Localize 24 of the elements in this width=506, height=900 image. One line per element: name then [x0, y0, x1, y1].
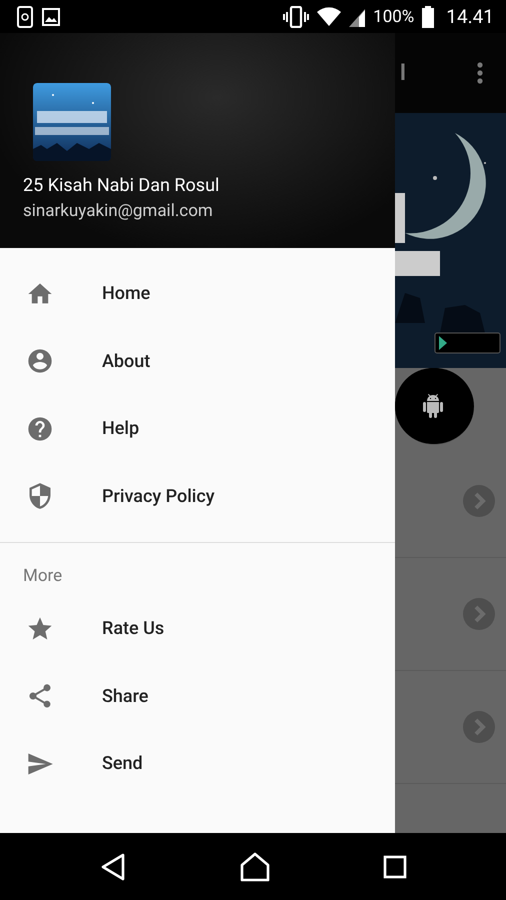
- menu-item[interactable]: Home: [102, 283, 150, 304]
- clock: 14.41: [446, 5, 494, 28]
- menu-item[interactable]: Help: [102, 418, 140, 440]
- signal-icon: [349, 6, 366, 26]
- battery-icon: [422, 6, 434, 28]
- app-title: 25 Kisah Nabi Dan Rosul: [23, 175, 220, 196]
- back-icon[interactable]: [101, 852, 125, 880]
- menu-item[interactable]: Share: [102, 686, 148, 707]
- battery-percentage: 100%: [373, 6, 414, 26]
- account-email: sinarkuyakin@gmail.com: [23, 201, 214, 221]
- menu-item[interactable]: About: [102, 350, 150, 372]
- menu-item[interactable]: Rate Us: [102, 618, 164, 640]
- section-heading: More: [23, 566, 64, 586]
- more-options-icon[interactable]: [476, 61, 484, 85]
- vibrate-icon: [283, 6, 310, 28]
- recents-icon[interactable]: [383, 854, 407, 878]
- menu-item[interactable]: Send: [102, 753, 143, 774]
- app-bar-title: l: [400, 60, 406, 86]
- wifi-icon: [317, 6, 342, 26]
- android-icon: [421, 394, 445, 418]
- image-icon: [42, 8, 60, 26]
- phone-icon: [16, 6, 34, 28]
- home-icon[interactable]: [240, 852, 270, 882]
- menu-item[interactable]: Privacy Policy: [102, 486, 215, 507]
